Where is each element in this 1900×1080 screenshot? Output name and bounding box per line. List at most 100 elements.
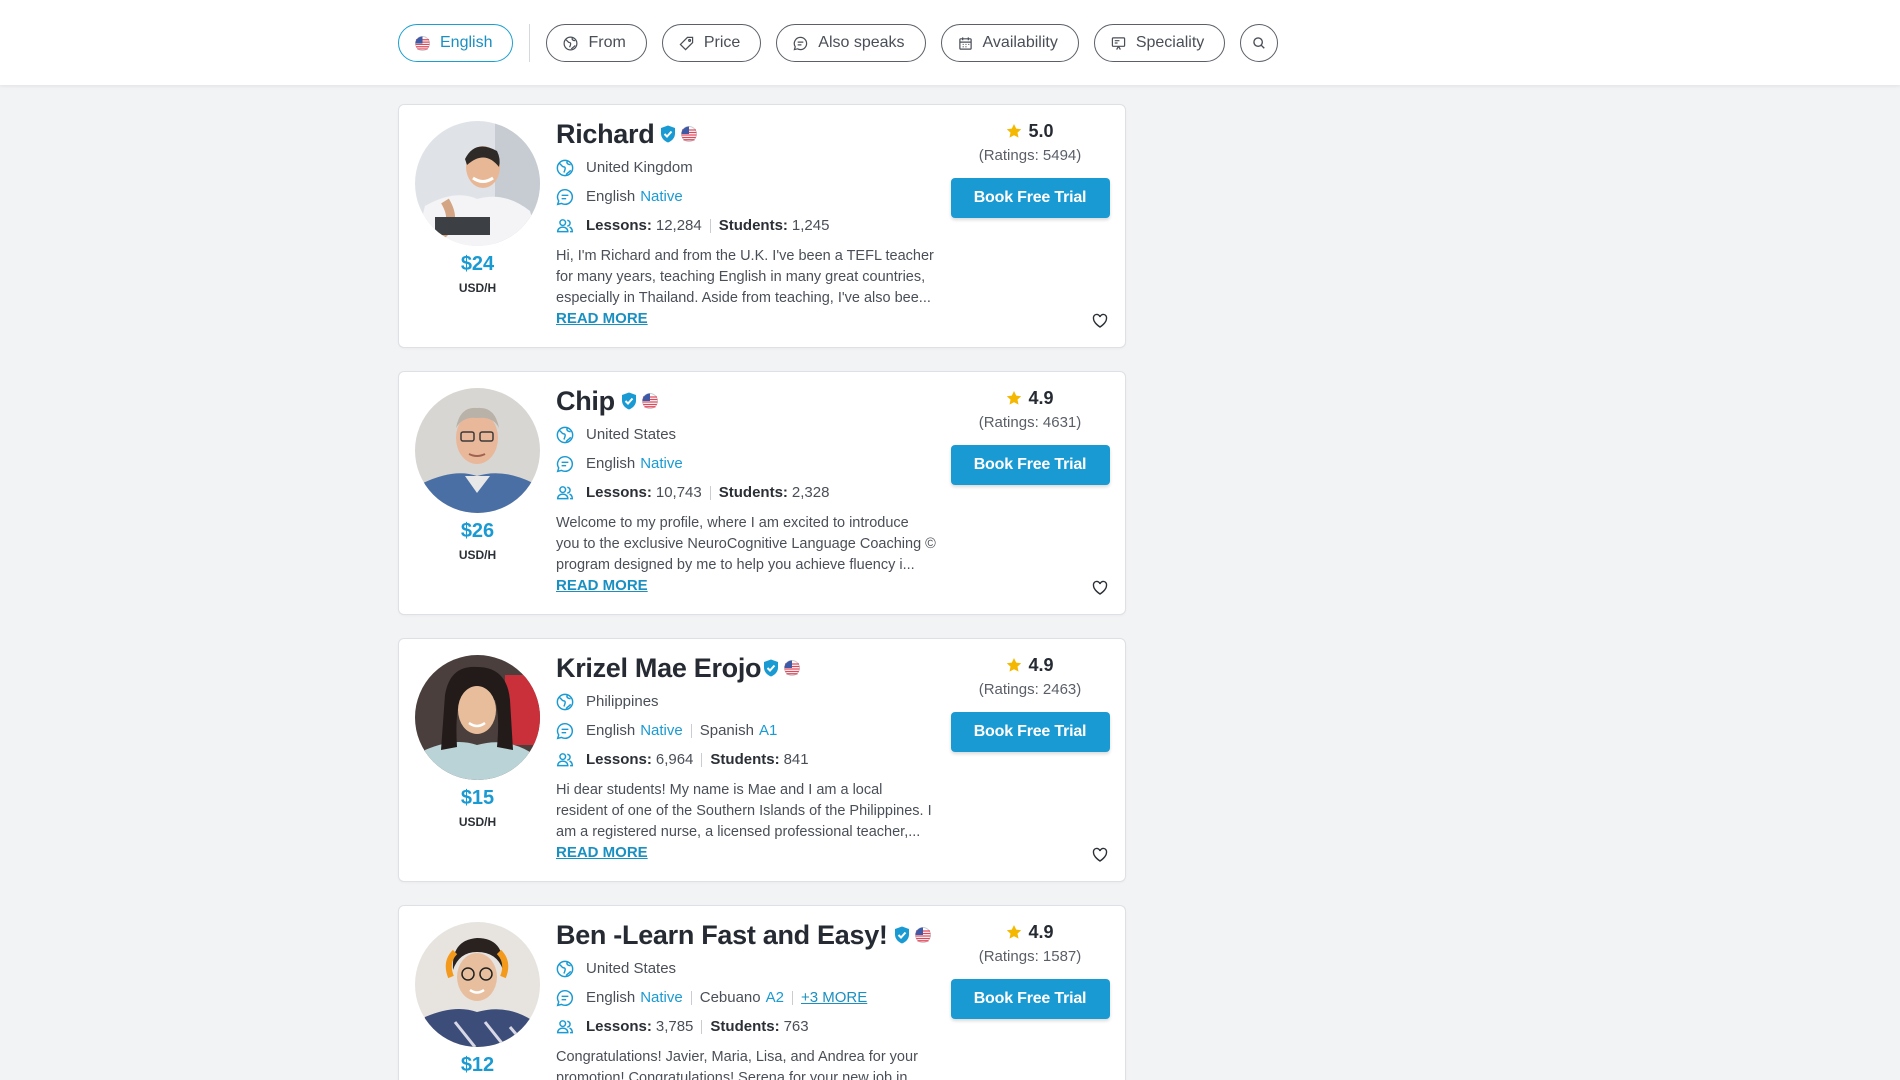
board-icon (1111, 36, 1126, 50)
filter-price[interactable]: Price (661, 24, 762, 62)
tutor-info: Ben -Learn Fast and Easy! United States … (556, 918, 946, 1080)
tutor-description: Hi dear students! My name is Mae and I a… (556, 782, 932, 840)
favorite-heart-icon[interactable] (1092, 847, 1108, 868)
ratings-count: (Ratings: 2463) (978, 681, 1082, 698)
star-icon (1007, 391, 1022, 405)
students-count: 763 (783, 1018, 809, 1035)
students-count: 841 (783, 751, 809, 768)
booking-panel: 4.9 (Ratings: 2463) Book Free Trial (949, 653, 1111, 752)
booking-panel: 4.9 (Ratings: 4631) Book Free Trial (949, 386, 1111, 485)
filter-bar: English From Price Also speaks Availabil… (0, 0, 1900, 85)
us-flag-icon (415, 35, 430, 51)
students-label: Students: (718, 484, 788, 501)
chat-bubble-icon (556, 455, 576, 473)
tutor-photo (415, 922, 540, 1047)
tutor-country: United Kingdom (586, 159, 693, 176)
globe-icon (556, 426, 576, 444)
book-free-trial-button[interactable]: Book Free Trial (950, 445, 1110, 485)
tutor-card[interactable]: $15 USD/H Krizel Mae Erojo Philippines E… (398, 638, 1126, 882)
lessons-label: Lessons: (586, 751, 652, 768)
language-level: Native (640, 455, 683, 472)
tutor-photo (415, 655, 540, 780)
tutor-avatar[interactable] (415, 388, 540, 513)
filter-label: Price (703, 34, 741, 51)
tutor-avatar[interactable] (415, 121, 540, 246)
read-more-link[interactable]: READ MORE (556, 577, 648, 594)
lessons-count: 10,743 (655, 484, 702, 501)
favorite-heart-icon[interactable] (1092, 313, 1108, 334)
tutor-name[interactable]: Richard (556, 119, 655, 150)
ratings-count: (Ratings: 5494) (978, 147, 1082, 164)
tutor-info: Richard United Kingdom English Native Le… (556, 117, 946, 328)
tutor-card[interactable]: $12 Ben -Learn Fast and Easy! United Sta… (398, 905, 1126, 1080)
us-flag-icon (914, 927, 931, 943)
language-level: A2 (765, 989, 784, 1006)
tutor-description: Welcome to my profile, where I am excite… (556, 515, 936, 573)
lessons-count: 12,284 (655, 217, 702, 234)
book-free-trial-button[interactable]: Book Free Trial (950, 712, 1110, 752)
tutor-country: United States (586, 960, 677, 977)
price: $24 (460, 253, 495, 275)
price: $15 (460, 787, 495, 809)
filter-availability[interactable]: Availability (940, 24, 1079, 62)
us-flag-icon (784, 660, 801, 676)
tutor-name[interactable]: Chip (556, 386, 615, 417)
lessons-count: 3,785 (655, 1018, 694, 1035)
read-more-link[interactable]: READ MORE (556, 310, 648, 327)
lessons-label: Lessons: (586, 217, 652, 234)
lessons-label: Lessons: (586, 484, 652, 501)
students-count: 1,245 (791, 217, 830, 234)
tutor-avatar[interactable] (415, 655, 540, 780)
students-label: Students: (710, 751, 780, 768)
divider (791, 990, 793, 1005)
lessons-label: Lessons: (586, 1018, 652, 1035)
globe-icon (556, 159, 576, 177)
tutor-name[interactable]: Ben -Learn Fast and Easy! (556, 920, 888, 951)
language-level: Native (640, 722, 683, 739)
star-icon (1007, 658, 1022, 672)
tutor-name[interactable]: Krizel Mae Erojo (556, 653, 762, 684)
language-name: English (586, 455, 636, 472)
divider (701, 1019, 703, 1034)
price-unit: USD/H (458, 281, 497, 295)
tutor-photo (415, 121, 540, 246)
filter-language-english[interactable]: English (398, 24, 514, 62)
language-name: English (586, 188, 636, 205)
tutor-card[interactable]: $24 USD/H Richard United Kingdom English… (398, 104, 1126, 348)
filter-label: From (588, 34, 626, 51)
chat-bubble-icon (556, 722, 576, 740)
read-more-link[interactable]: READ MORE (556, 844, 648, 861)
globe-icon (556, 693, 576, 711)
language-name: Spanish (699, 722, 754, 739)
book-free-trial-button[interactable]: Book Free Trial (950, 178, 1110, 218)
favorite-heart-icon[interactable] (1092, 580, 1108, 601)
more-languages-link[interactable]: +3 MORE (801, 989, 867, 1006)
students-icon (556, 484, 576, 502)
book-free-trial-button[interactable]: Book Free Trial (950, 979, 1110, 1019)
filter-from[interactable]: From (546, 24, 647, 62)
rating-value: 4.9 (1028, 921, 1054, 942)
tutor-avatar[interactable] (415, 922, 540, 1047)
language-name: English (586, 989, 636, 1006)
tutor-description: Hi, I'm Richard and from the U.K. I've b… (556, 248, 934, 306)
lessons-count: 6,964 (655, 751, 694, 768)
students-count: 2,328 (791, 484, 830, 501)
students-icon (556, 751, 576, 769)
language-name: English (586, 722, 636, 739)
filter-speciality[interactable]: Speciality (1093, 24, 1226, 62)
students-icon (556, 217, 576, 235)
verified-badge-icon (763, 659, 779, 677)
divider (690, 723, 692, 738)
filter-also-speaks[interactable]: Also speaks (776, 24, 926, 62)
language-level: Native (640, 989, 683, 1006)
tutor-photo (415, 388, 540, 513)
language-level: Native (640, 188, 683, 205)
tutor-card[interactable]: $26 USD/H Chip United States English Nat… (398, 371, 1126, 615)
calendar-icon (958, 36, 972, 50)
star-icon (1007, 124, 1022, 138)
language-level: A1 (758, 722, 778, 739)
search-button[interactable] (1240, 24, 1279, 62)
chat-bubble-icon (556, 989, 576, 1007)
booking-panel: 5.0 (Ratings: 5494) Book Free Trial (949, 119, 1111, 218)
us-flag-icon (641, 393, 658, 409)
